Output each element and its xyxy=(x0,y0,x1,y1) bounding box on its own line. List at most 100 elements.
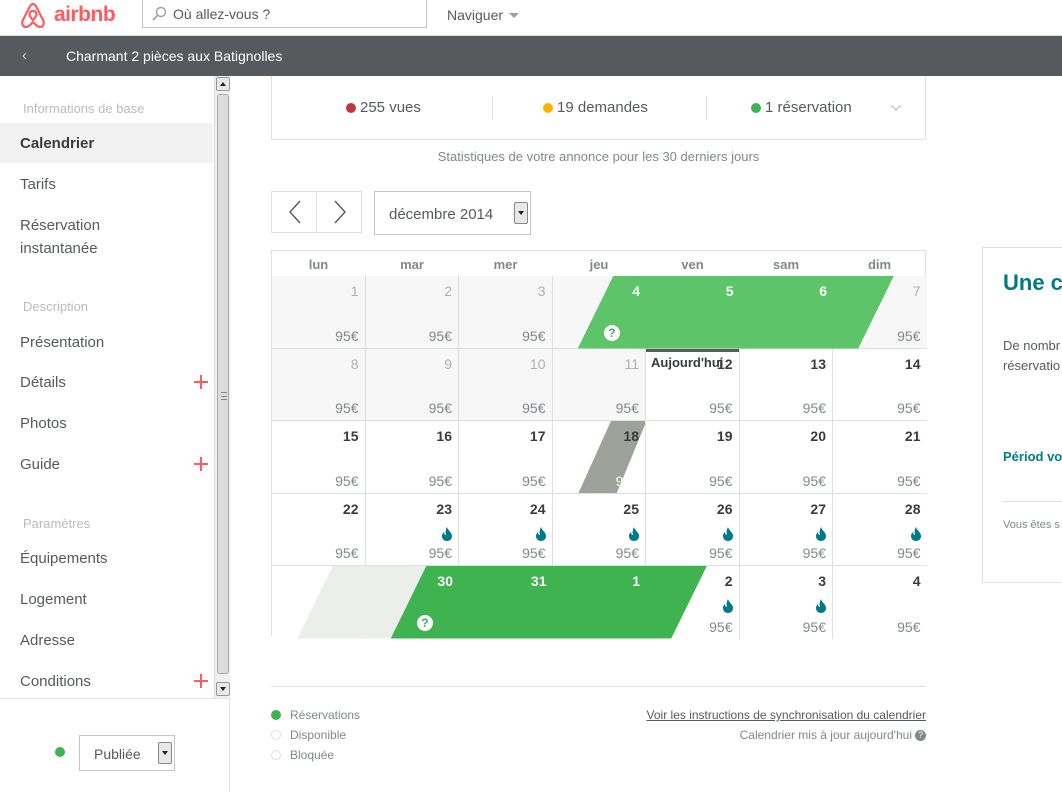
add-guide-plus-icon[interactable] xyxy=(194,457,208,471)
add-conditions-plus-icon[interactable] xyxy=(194,674,208,688)
weekday-header: ven xyxy=(681,257,704,272)
sidebar-item-guide[interactable]: Guide xyxy=(0,453,213,476)
day-number: 29 xyxy=(342,573,359,589)
add-details-plus-icon[interactable] xyxy=(194,375,208,389)
reservation-help: ? xyxy=(366,566,460,639)
calendar-day[interactable]: 26 95€ xyxy=(646,493,740,566)
section-title-basic-info: Informations de base xyxy=(23,101,145,116)
airbnb-logo[interactable]: airbnb xyxy=(18,0,116,30)
calendar-grid: lun mar mer jeu ven sam dim 1 95€ 2 95€ 3 95€ 4 5 6 7 95€… xyxy=(271,250,927,639)
night-price: 95€ xyxy=(897,545,921,561)
night-price: 95€ xyxy=(709,472,733,489)
stats-caption: Statistiques de votre annonce pour les 3… xyxy=(437,149,760,164)
calendar-day[interactable]: 17 95€ xyxy=(459,421,553,494)
flame-icon xyxy=(910,526,921,541)
calendar-day[interactable]: 7 95€ xyxy=(833,276,927,349)
arrow-up-icon xyxy=(220,82,226,86)
calendar-day[interactable]: Aujourd'hui 12 95€ xyxy=(646,348,740,421)
reserved-day-number: 5 xyxy=(725,283,734,299)
night-price: 95€ xyxy=(709,545,733,561)
day-number: 21 xyxy=(904,428,921,444)
flame-icon xyxy=(535,526,546,541)
calendar-day[interactable]: 3 95€ xyxy=(739,566,833,639)
day-number: 15 xyxy=(342,428,359,444)
sidebar-item-details[interactable]: Détails xyxy=(0,371,213,394)
calendar-day[interactable]: 20 95€ xyxy=(739,421,833,494)
calendar-day[interactable]: 19 95€ xyxy=(646,421,740,494)
day-number: 7 xyxy=(912,283,921,299)
calendar-day[interactable]: 4 95€ xyxy=(833,566,927,639)
legend-label: Réservations xyxy=(290,708,361,722)
stat-reservations: 1 réservation xyxy=(751,99,852,116)
sidebar-item-instant-booking[interactable]: Réservation instantanée xyxy=(0,214,150,260)
calendar-day[interactable]: 2 95€ xyxy=(646,566,740,639)
sidebar-item-calendar[interactable]: Calendrier xyxy=(0,123,213,163)
calendar-day[interactable]: 23 95€ xyxy=(365,493,459,566)
sidebar-item-address[interactable]: Adresse xyxy=(0,629,213,652)
day-number: 3 xyxy=(537,283,546,299)
navigate-menu[interactable]: Naviguer xyxy=(447,7,520,23)
calendar-day[interactable]: 15 95€ xyxy=(272,421,366,494)
section-title-settings: Paramètres xyxy=(23,516,91,531)
calendar-day[interactable]: 13 95€ xyxy=(739,348,833,421)
sidebar-item-amenities[interactable]: Équipements xyxy=(0,547,213,570)
search-box[interactable] xyxy=(142,0,427,28)
sidebar-item-conditions[interactable]: Conditions xyxy=(0,670,213,693)
night-price: 95€ xyxy=(335,472,359,489)
flame-icon xyxy=(816,526,826,541)
sidebar-item-photos[interactable]: Photos xyxy=(0,412,213,435)
sidebar-scrollbar[interactable] xyxy=(214,76,230,698)
calendar-day[interactable]: 9 95€ xyxy=(365,348,459,421)
calendar-day[interactable]: 16 95€ xyxy=(365,421,459,494)
weekday-header: jeu xyxy=(589,257,609,272)
calendar-day[interactable]: 11 95€ xyxy=(552,348,646,421)
night-price: 95€ xyxy=(802,545,826,561)
sidebar-item-pricing[interactable]: Tarifs xyxy=(0,173,213,196)
calendar-day[interactable]: 22 95€ xyxy=(272,493,366,566)
calendar-day[interactable]: 25 95€ xyxy=(552,493,646,566)
day-number: 16 xyxy=(436,428,452,444)
sidebar-item-listing[interactable]: Logement xyxy=(0,588,213,611)
listing-header-bar: ‹ Charmant 2 pièces aux Batignolles xyxy=(0,36,1062,76)
calendar-day[interactable]: 24 95€ xyxy=(459,493,553,566)
calendar-day[interactable]: 8 95€ xyxy=(272,348,366,421)
help-icon[interactable]: ? xyxy=(416,615,433,631)
calendar-day[interactable]: 14 95€ xyxy=(833,348,927,421)
scroll-down-button[interactable] xyxy=(216,682,230,696)
help-icon[interactable]: ? xyxy=(603,325,620,341)
calendar-day[interactable]: 29 xyxy=(272,566,366,639)
night-price: 95€ xyxy=(709,618,733,635)
promo-highlight[interactable]: Périod voyageur xyxy=(1003,446,1062,467)
requests-dot xyxy=(543,102,553,113)
calendar-day[interactable]: 28 95€ xyxy=(833,493,927,566)
flame-icon xyxy=(629,526,639,541)
scroll-up-button[interactable] xyxy=(216,77,230,91)
reservations-dot xyxy=(751,102,761,113)
search-input[interactable] xyxy=(173,5,413,22)
month-select[interactable]: décembre 2014 xyxy=(374,191,531,235)
chevron-down-icon[interactable] xyxy=(890,102,902,114)
next-month-button[interactable] xyxy=(317,192,362,232)
night-price: 95€ xyxy=(615,472,639,489)
scrollbar-thumb[interactable] xyxy=(217,94,229,674)
calendar-day[interactable]: 3 95€ xyxy=(459,276,553,349)
flame-icon xyxy=(816,599,826,613)
night-price: 95€ xyxy=(428,327,452,344)
calendar-day[interactable]: 27 95€ xyxy=(739,493,833,566)
sidebar-item-overview[interactable]: Présentation xyxy=(0,331,213,354)
calendar-day[interactable]: 2 95€ xyxy=(365,276,459,349)
back-arrow-icon[interactable]: ‹ xyxy=(22,47,27,64)
prev-month-button[interactable] xyxy=(272,192,317,232)
sidebar-menu: Informations de base Calendrier Tarifs R… xyxy=(0,76,213,696)
night-price: 95€ xyxy=(802,618,826,635)
calendar-day[interactable]: 18 95€ xyxy=(552,421,646,494)
dropdown-arrow-icon xyxy=(158,742,172,764)
sync-instructions-link[interactable]: Voir les instructions de synchronisation… xyxy=(647,708,926,722)
help-icon[interactable]: ? xyxy=(915,729,926,741)
day-number: 27 xyxy=(810,500,826,517)
calendar-day[interactable]: 21 95€ xyxy=(833,421,927,494)
legend-dot xyxy=(271,750,281,760)
listing-status-select[interactable]: Publiée xyxy=(79,735,175,771)
calendar-day[interactable]: 10 95€ xyxy=(459,348,553,421)
calendar-day[interactable]: 1 95€ xyxy=(272,276,366,349)
